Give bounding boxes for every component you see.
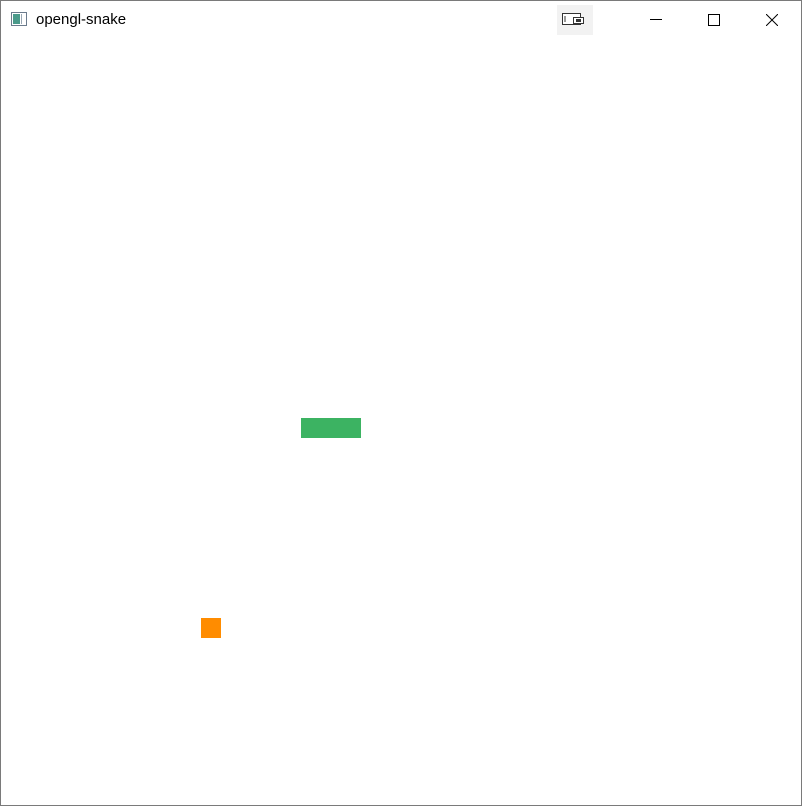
- snake-segment: [301, 418, 321, 438]
- game-window: opengl-snake: [0, 0, 802, 806]
- snake: [301, 418, 361, 438]
- snake-segment: [321, 418, 341, 438]
- maximize-button[interactable]: [685, 1, 743, 39]
- opengl-app-icon: [11, 12, 27, 26]
- picture-in-picture-button[interactable]: [557, 5, 593, 35]
- window-title: opengl-snake: [36, 11, 127, 28]
- snake-segment: [341, 418, 361, 438]
- close-button[interactable]: [743, 1, 801, 39]
- minimize-button[interactable]: [627, 1, 685, 39]
- game-canvas[interactable]: [1, 39, 801, 805]
- title-bar[interactable]: opengl-snake: [1, 1, 801, 39]
- food-pellet: [201, 618, 221, 638]
